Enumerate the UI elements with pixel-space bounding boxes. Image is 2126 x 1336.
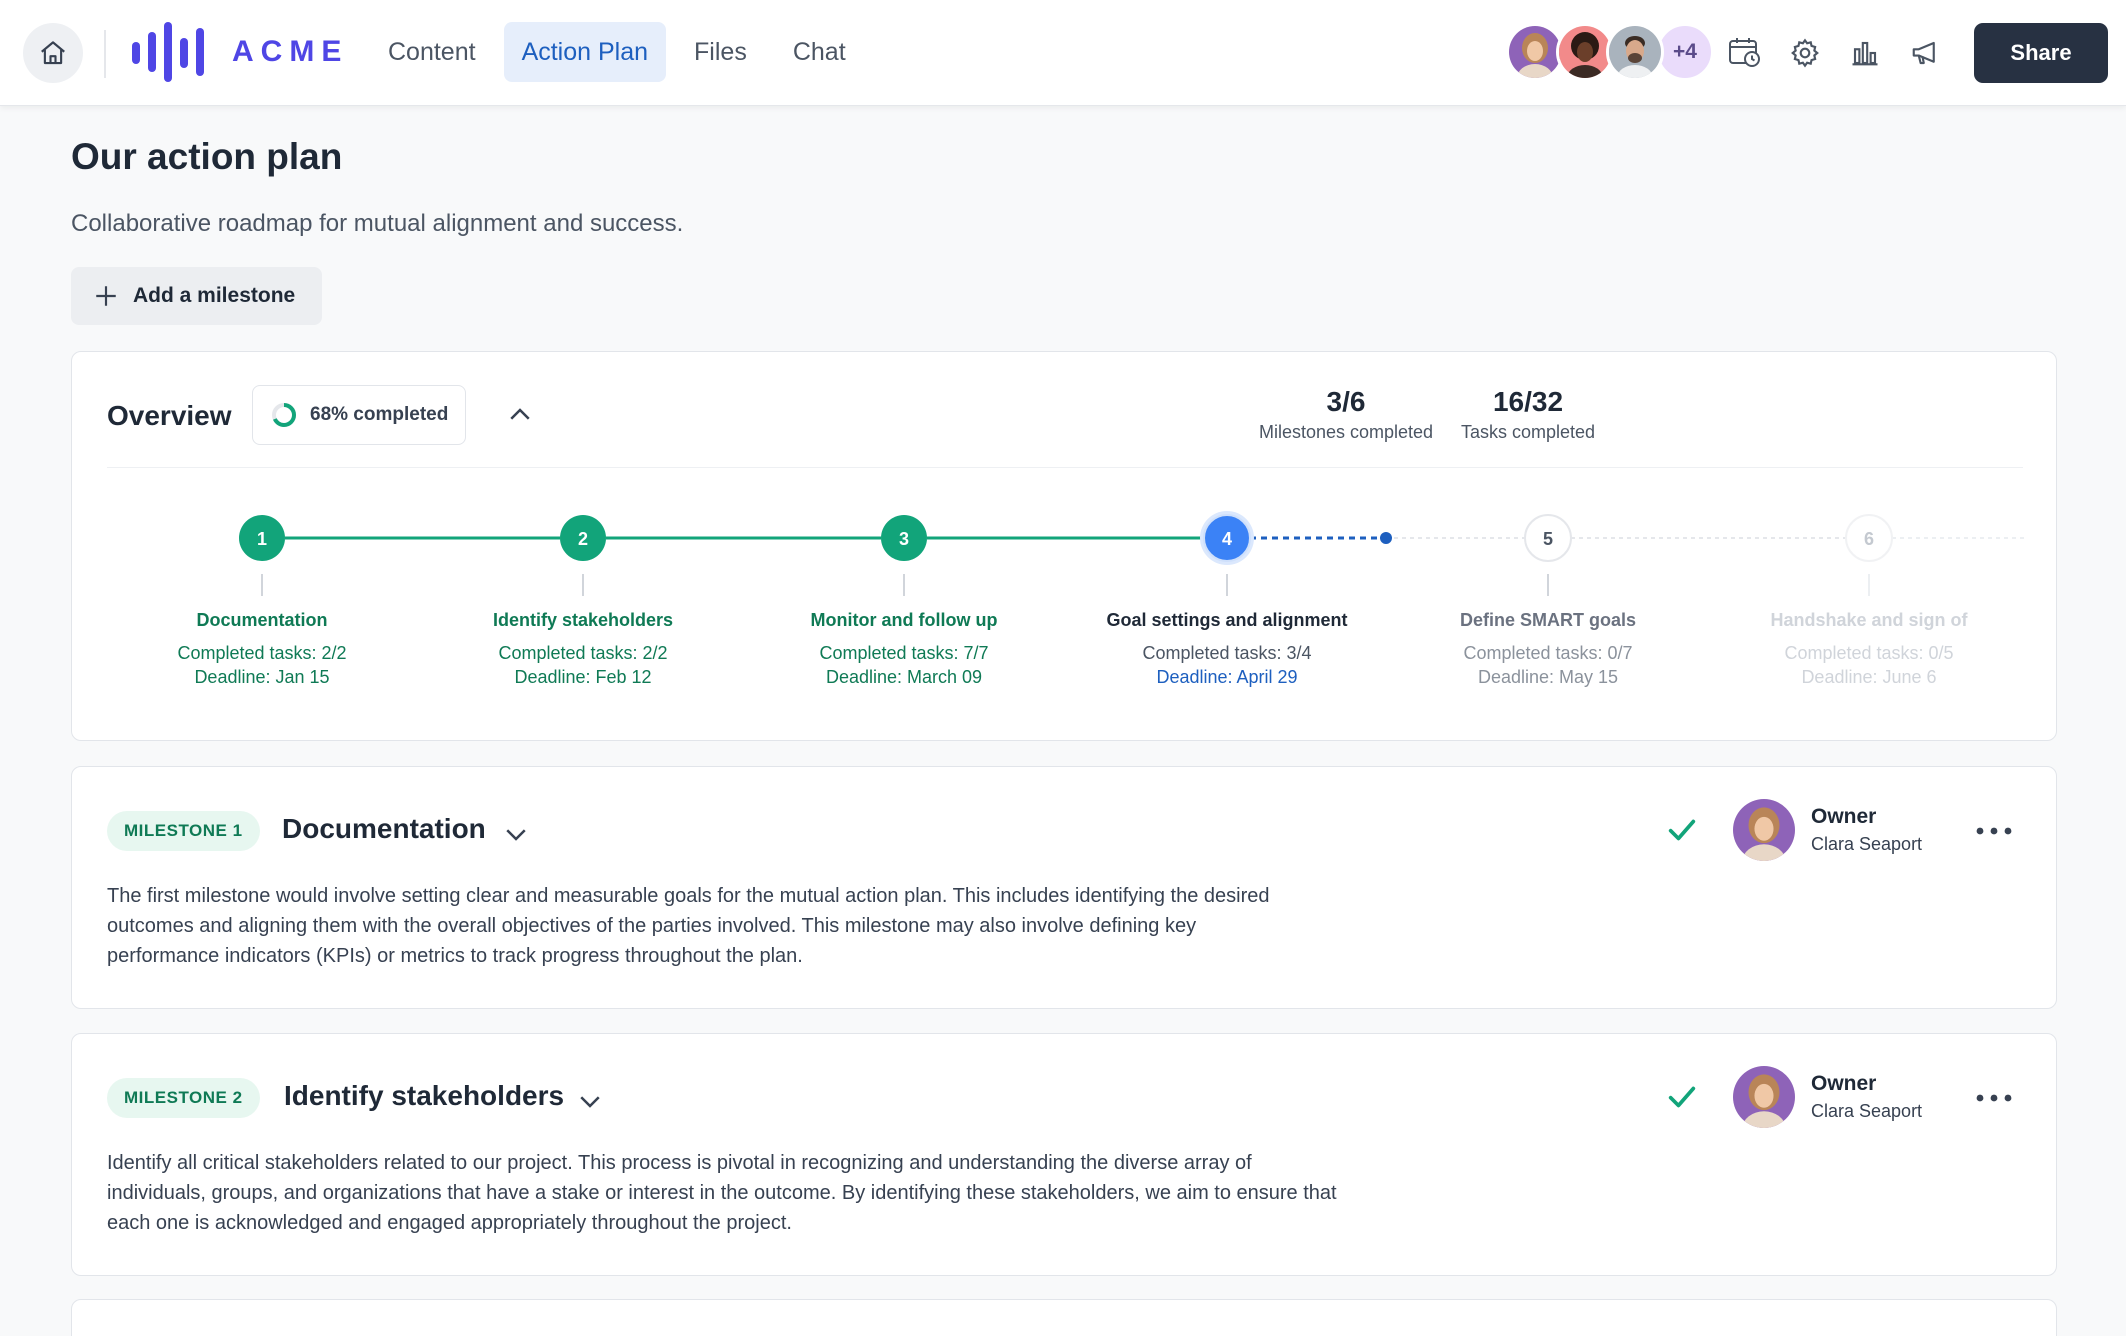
- timeline-node-number: 2: [578, 529, 588, 549]
- more-options-icon[interactable]: [1974, 1090, 2014, 1106]
- timeline-step-tasks: Completed tasks: 7/7: [819, 643, 989, 663]
- more-options-icon[interactable]: [1974, 823, 2014, 839]
- page-title: Our action plan: [71, 136, 343, 177]
- timeline-node-number: 5: [1543, 529, 1553, 549]
- tab-content[interactable]: Content: [370, 22, 494, 82]
- timeline-node-number: 3: [899, 529, 909, 549]
- tab-chat[interactable]: Chat: [775, 22, 864, 82]
- timeline-step-title: Documentation: [196, 610, 328, 630]
- timeline-step[interactable]: Monitor and follow up Completed tasks: 7/…: [764, 610, 1044, 689]
- gear-icon[interactable]: [1788, 30, 1822, 76]
- calendar-clock-icon[interactable]: [1728, 30, 1762, 76]
- milestone-description: Identify all critical stakeholders relat…: [107, 1152, 1337, 1234]
- collaborator-avatars[interactable]: +4: [1506, 23, 1714, 81]
- share-button[interactable]: Share: [1974, 23, 2108, 83]
- add-milestone-button[interactable]: Add a milestone: [71, 267, 322, 325]
- owner-label: Owner: [1811, 805, 1877, 828]
- milestone-badge: MILESTONE 1: [107, 811, 260, 851]
- timeline-step-tasks: Completed tasks: 0/7: [1463, 643, 1633, 663]
- timeline-step-meta: Completed tasks: 2/2 Deadline: Feb 12: [443, 641, 723, 689]
- timeline-step-deadline: Deadline: April 29: [1156, 667, 1298, 687]
- timeline-step-title: Define SMART goals: [1459, 610, 1637, 630]
- add-milestone-label: Add a milestone: [133, 284, 296, 307]
- logo-text: ACME: [232, 35, 349, 68]
- timeline-step-tasks: Completed tasks: 2/2: [177, 643, 347, 663]
- timeline-step-tasks: Completed tasks: 0/5: [1784, 643, 1954, 663]
- timeline-step-tasks: Completed tasks: 3/4: [1142, 643, 1312, 663]
- timeline-step-title: Handshake and sign of: [1770, 610, 1968, 630]
- header-toolbar: [1728, 30, 1942, 76]
- home-icon: [41, 41, 65, 65]
- timeline-step-deadline: Deadline: June 6: [1801, 667, 1937, 687]
- timeline-step-meta: Completed tasks: 0/7 Deadline: May 15: [1408, 641, 1688, 689]
- header-divider: [104, 30, 106, 78]
- check-icon[interactable]: [1665, 1080, 1699, 1114]
- overview-card: Overview 68% completed 3/6 Milestones co…: [71, 351, 2057, 741]
- timeline-node-number: 4: [1222, 529, 1232, 549]
- timeline-step[interactable]: Identify stakeholders Completed tasks: 2/…: [443, 610, 723, 689]
- bar-chart-icon[interactable]: [1848, 30, 1882, 76]
- chevron-down-icon[interactable]: [501, 819, 531, 849]
- owner-name: Clara Seaport: [1811, 1101, 1923, 1121]
- brand-logo[interactable]: ACME: [130, 20, 348, 84]
- owner-avatar[interactable]: [1733, 799, 1795, 861]
- milestone-badge: MILESTONE 2: [107, 1078, 260, 1118]
- timeline-step-title: Identify stakeholders: [492, 610, 674, 630]
- milestone-card: MILESTONE 2 Identify stakeholders Identi…: [71, 1033, 2057, 1276]
- avatar[interactable]: [1606, 23, 1664, 81]
- timeline-step-deadline: Deadline: March 09: [825, 667, 983, 687]
- owner-avatar[interactable]: [1733, 1066, 1795, 1128]
- timeline-step-deadline: Deadline: Jan 15: [194, 667, 330, 687]
- plus-icon: [96, 286, 116, 306]
- milestone-title: Identify stakeholders: [284, 1080, 565, 1111]
- owner-label: Owner: [1811, 1072, 1877, 1095]
- timeline-step[interactable]: Documentation Completed tasks: 2/2 Deadlin…: [122, 610, 402, 689]
- chevron-down-icon[interactable]: [575, 1086, 605, 1116]
- timeline-step-tasks: Completed tasks: 2/2: [498, 643, 668, 663]
- milestone-title: Documentation: [282, 813, 486, 844]
- timeline-node-number: 6: [1864, 529, 1874, 549]
- milestone-card: MILESTONE 1 Documentation The first mile…: [71, 766, 2057, 1009]
- tab-action-plan[interactable]: Action Plan: [503, 22, 667, 82]
- timeline-step-meta: Completed tasks: 2/2 Deadline: Jan 15: [122, 641, 402, 689]
- megaphone-icon[interactable]: [1908, 30, 1942, 76]
- page-subtitle: Collaborative roadmap for mutual alignme…: [71, 210, 684, 237]
- owner-name: Clara Seaport: [1811, 834, 1923, 854]
- milestone-description: The first milestone would involve settin…: [107, 885, 1270, 967]
- tab-files[interactable]: Files: [676, 22, 765, 82]
- check-icon[interactable]: [1665, 813, 1699, 847]
- timeline-step-meta: Completed tasks: 0/5 Deadline: June 6: [1729, 641, 2009, 689]
- timeline-step[interactable]: Handshake and sign of Completed tasks: 0/…: [1729, 610, 2009, 689]
- top-bar: ACME Content Action Plan Files Chat +4 S…: [0, 0, 2126, 106]
- soundwave-logo-icon: [132, 22, 204, 82]
- timeline-step-deadline: Deadline: Feb 12: [514, 667, 652, 687]
- timeline-progress-dot: [1380, 532, 1392, 544]
- timeline-step-title: Monitor and follow up: [810, 610, 998, 630]
- timeline-step-title: Goal settings and alignment: [1106, 610, 1348, 630]
- milestone-card: [71, 1299, 2057, 1336]
- main-nav: Content Action Plan Files Chat: [370, 22, 864, 82]
- more-collaborators-badge[interactable]: +4: [1656, 23, 1714, 81]
- timeline-step-deadline: Deadline: May 15: [1477, 667, 1619, 687]
- timeline-step-meta: Completed tasks: 7/7 Deadline: March 09: [764, 641, 1044, 689]
- timeline-step[interactable]: Define SMART goals Completed tasks: 0/7 De…: [1408, 610, 1688, 689]
- timeline-step[interactable]: Goal settings and alignment Completed tas…: [1087, 610, 1367, 689]
- timeline-node-number: 1: [257, 529, 267, 549]
- timeline-step-meta: Completed tasks: 3/4 Deadline: April 29: [1087, 641, 1367, 689]
- home-button[interactable]: [23, 23, 83, 83]
